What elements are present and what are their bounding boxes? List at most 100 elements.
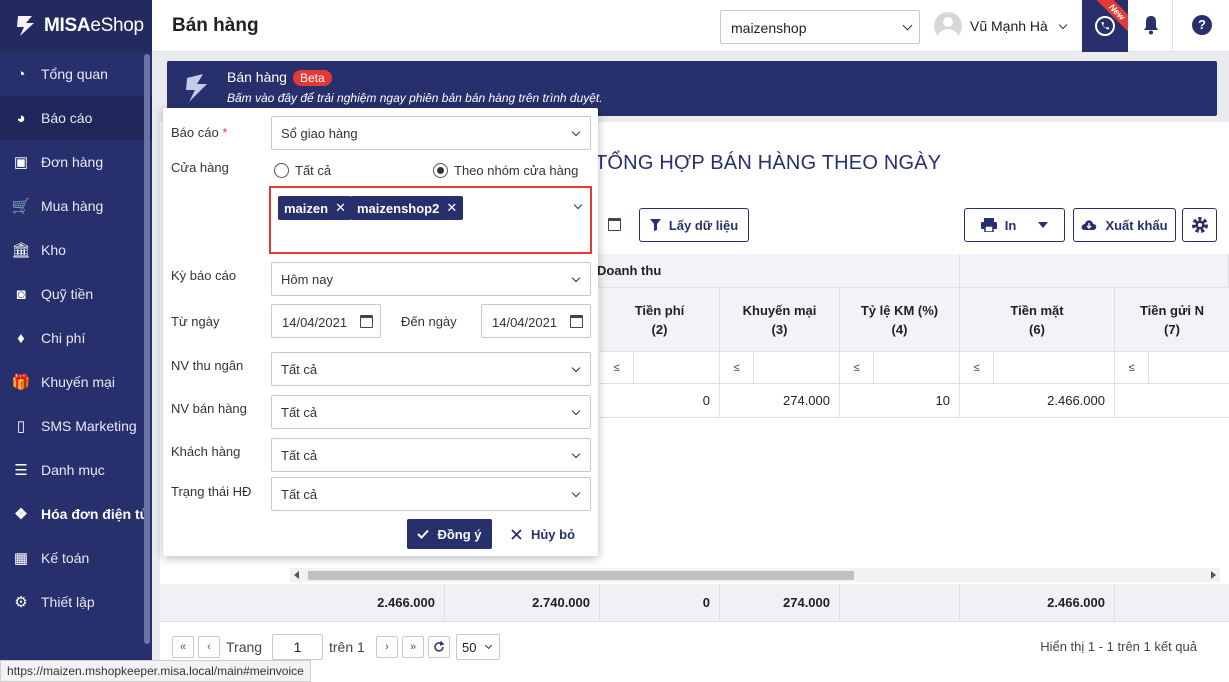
caret-down-icon[interactable] [1038, 222, 1049, 228]
einvoice-icon: ❖ [14, 506, 28, 523]
next-page-button[interactable]: › [376, 636, 398, 658]
seller-select[interactable]: Tất cả [271, 395, 591, 429]
sidebar-item-4[interactable]: 🛒 Mua hàng [0, 184, 152, 228]
horizontal-scrollbar[interactable] [290, 568, 1220, 582]
sidebar-item-12[interactable]: ▦ Kế toán [0, 536, 152, 580]
confirm-button[interactable]: Đồng ý [407, 519, 492, 549]
scroll-thumb[interactable] [308, 571, 854, 580]
export-button[interactable]: Xuất khẩu [1073, 208, 1176, 242]
gear-icon [1191, 217, 1208, 233]
filter-cell-deposit[interactable]: ≤ [1115, 352, 1229, 384]
sidebar-item-3[interactable]: ▣ Đơn hàng [0, 140, 152, 184]
date-picker-button[interactable] [598, 208, 630, 242]
filter-operator[interactable]: ≤ [600, 352, 634, 383]
sidebar-item-2[interactable]: ◕ Báo cáo [0, 96, 152, 140]
customer-select[interactable]: Tất cả [271, 438, 591, 472]
from-date-label: Từ ngày [171, 314, 220, 329]
filter-cell-cash[interactable]: ≤ [960, 352, 1115, 384]
filter-cell-promotion-rate[interactable]: ≤ [840, 352, 960, 384]
group-header: Doanh thu [590, 254, 960, 288]
cancel-button[interactable]: Hủy bỏ [508, 519, 578, 549]
printer-icon [980, 218, 997, 232]
radio-all-stores[interactable]: Tất cả [274, 163, 331, 178]
filter-operator[interactable]: ≤ [960, 352, 994, 383]
column-header-promotion-rate[interactable]: Tỷ lệ KM (%) (4) [840, 288, 960, 352]
column-header-fee[interactable]: Tiền phí (2) [600, 288, 720, 352]
radio-store-group[interactable]: Theo nhóm cửa hàng [433, 163, 578, 178]
scroll-left-icon[interactable] [294, 571, 299, 579]
sidebar-scrollbar[interactable] [144, 54, 150, 644]
close-icon [511, 528, 522, 540]
fetch-data-button[interactable]: Lấy dữ liệu [639, 208, 749, 242]
filter-cell-fee[interactable]: ≤ [600, 352, 720, 384]
cart-icon: 🛒 [11, 198, 31, 215]
logo[interactable]: MISAeShop [0, 0, 152, 52]
calendar-icon[interactable] [570, 315, 583, 328]
column-header-cash[interactable]: Tiền mặt (6) [960, 288, 1115, 352]
chevron-down-icon [571, 488, 581, 498]
sidebar-item-13[interactable]: ⚙ Thiết lập [0, 580, 152, 624]
radio-button[interactable] [274, 163, 289, 178]
sidebar-item-label: Báo cáo [41, 110, 93, 126]
browser-status-url: https://maizen.mshopkeeper.misa.local/ma… [0, 660, 311, 682]
calculator-icon: ▦ [13, 550, 29, 567]
refresh-button[interactable] [428, 636, 450, 658]
sidebar-item-11[interactable]: ❖ Hóa đơn điện tử [0, 492, 152, 536]
filter-operator[interactable]: ≤ [720, 352, 754, 383]
sidebar-item-label: Đơn hàng [41, 154, 104, 170]
call-button[interactable]: New [1082, 0, 1128, 52]
remove-tag-icon[interactable]: ✕ [335, 200, 346, 216]
store-multiselect[interactable]: maizen ✕ maizenshop2 ✕ [269, 186, 592, 254]
first-page-button[interactable]: « [172, 636, 194, 658]
scroll-right-icon[interactable] [1211, 571, 1216, 579]
sidebar-item-label: Kế toán [41, 550, 90, 566]
calendar-icon[interactable] [360, 315, 373, 328]
gift-icon: 🎁 [11, 374, 31, 391]
invoice-status-select[interactable]: Tất cả [271, 477, 591, 511]
filter-operator[interactable]: ≤ [840, 352, 874, 383]
sidebar-item-8[interactable]: 🎁 Khuyến mại [0, 360, 152, 404]
sidebar-item-7[interactable]: ♦ Chi phí [0, 316, 152, 360]
shop-select[interactable]: maizenshop [720, 10, 920, 44]
filter-cell-promotion[interactable]: ≤ [720, 352, 840, 384]
settings-button[interactable] [1182, 208, 1217, 242]
sidebar-item-1[interactable]: ◔ Tổng quan [0, 52, 152, 96]
help-button[interactable]: ? [1192, 15, 1212, 35]
sidebar-item-label: SMS Marketing [41, 418, 137, 434]
notification-button[interactable] [1142, 15, 1160, 38]
chevron-down-icon [571, 273, 581, 283]
logo-text: MISAeShop [44, 15, 144, 36]
remove-tag-icon[interactable]: ✕ [446, 200, 457, 216]
sidebar-item-5[interactable]: 🏛 Kho [0, 228, 152, 272]
last-page-button[interactable]: » [402, 636, 424, 658]
column-header-deposit[interactable]: Tiền gửi N (7) [1115, 288, 1229, 352]
period-select[interactable]: Hôm nay [271, 262, 591, 296]
page-input[interactable]: 1 [272, 634, 323, 660]
sidebar-item-label: Danh mục [41, 462, 105, 478]
user-menu[interactable]: Vũ Mạnh Hà [934, 12, 1068, 40]
orders-icon: ▣ [13, 154, 29, 171]
sidebar-item-10[interactable]: ☰ Danh mục [0, 448, 152, 492]
from-date-input[interactable]: 14/04/2021 [271, 304, 381, 338]
sidebar-item-9[interactable]: ▯ SMS Marketing [0, 404, 152, 448]
filter-operator[interactable]: ≤ [1115, 352, 1149, 383]
prev-page-button[interactable]: ‹ [198, 636, 220, 658]
radio-button-selected[interactable] [433, 163, 448, 178]
cashier-select[interactable]: Tất cả [271, 352, 591, 386]
banner-title: Bán hàng Beta [227, 69, 332, 86]
safe-icon: ◙ [16, 285, 26, 303]
misa-logo-icon [17, 16, 34, 36]
filter-icon [649, 219, 661, 231]
page-size-select[interactable]: 50 [456, 634, 500, 660]
sidebar-item-label: Thiết lập [41, 594, 95, 610]
print-button[interactable]: In [964, 208, 1065, 242]
report-select[interactable]: Sổ giao hàng [271, 116, 591, 150]
money-icon: ♦ [17, 329, 25, 347]
table-cell: 0 [600, 384, 720, 418]
group-header-empty [960, 254, 1229, 288]
column-header-promotion[interactable]: Khuyến mại (3) [720, 288, 840, 352]
report-title: TỔNG HỢP BÁN HÀNG THEO NGÀY [595, 152, 942, 174]
sidebar-item-6[interactable]: ◙ Quỹ tiền [0, 272, 152, 316]
report-filter-popup: Báo cáo * Sổ giao hàng Cửa hàng Tất cả T… [163, 108, 598, 556]
to-date-input[interactable]: 14/04/2021 [481, 304, 591, 338]
